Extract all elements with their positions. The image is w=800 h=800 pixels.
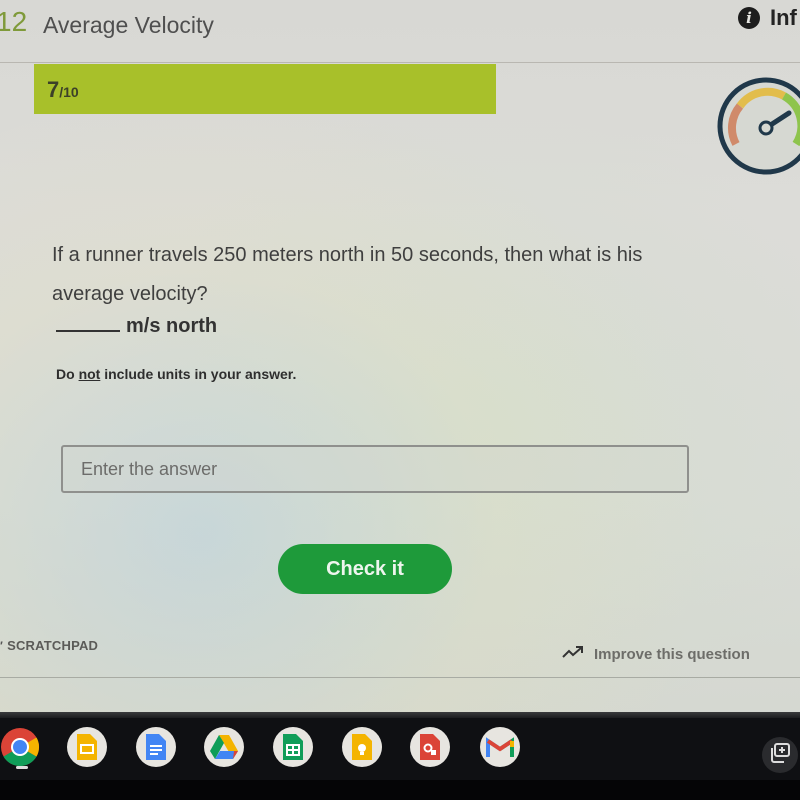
info-circle-icon: i [738, 7, 760, 29]
hint-emphasis: not [78, 366, 101, 382]
shelf-app-drawings[interactable] [410, 727, 450, 767]
shelf-app-sheets[interactable] [273, 727, 313, 767]
progress-total: /10 [59, 84, 79, 100]
shelf-app-drive[interactable] [204, 727, 244, 767]
improve-question-label: Improve this question [594, 645, 750, 663]
progress-bar-fill [34, 64, 496, 114]
slides-icon [77, 734, 97, 760]
drawings-icon [420, 734, 440, 760]
progress-label: 7/10 [47, 77, 79, 103]
answer-hint: Do not include units in your answer. [56, 366, 296, 382]
progress-current: 7 [47, 77, 60, 102]
check-it-button[interactable]: Check it [278, 544, 452, 594]
keep-icon [352, 734, 372, 760]
answer-blank [56, 330, 120, 332]
overview-button[interactable] [762, 737, 798, 773]
question-text: If a runner travels 250 meters north in … [52, 244, 643, 305]
shelf-app-docs[interactable] [136, 727, 176, 767]
info-label: Inf [770, 5, 797, 30]
info-button[interactable]: i Inf [738, 5, 797, 31]
speedometer-gauge-icon [716, 76, 800, 180]
hint-suffix: include units in your answer. [100, 366, 297, 382]
answer-template: m/s north [56, 315, 217, 338]
lesson-header: 12 Average Velocity i Inf [0, 0, 800, 63]
answer-input[interactable] [61, 445, 689, 493]
lesson-number: 12 [0, 6, 28, 37]
shelf-app-gmail[interactable] [480, 727, 520, 767]
sheets-icon [283, 734, 303, 760]
bezel [0, 780, 800, 800]
scratchpad-label: SCRATCHPAD [7, 638, 99, 653]
docs-icon [146, 734, 166, 760]
progress-bar: 7/10 [34, 64, 496, 114]
scratchpad-button[interactable]: ′ SCRATCHPAD [0, 638, 98, 653]
improve-question-link[interactable]: Improve this question [562, 645, 750, 663]
shelf-app-slides[interactable] [67, 727, 107, 767]
shelf-app-chrome[interactable] [0, 727, 40, 767]
answer-units: m/s north [126, 315, 218, 337]
hint-prefix: Do [56, 366, 79, 382]
trending-up-icon [562, 645, 584, 663]
pencil-icon: ′ [0, 638, 4, 653]
shelf-app-keep[interactable] [342, 727, 382, 767]
footer-divider [0, 677, 800, 678]
overview-icon [770, 742, 790, 768]
lesson-title: Average Velocity [43, 12, 214, 38]
chrome-icon [0, 727, 40, 767]
gmail-icon [486, 737, 514, 757]
running-indicator [16, 766, 28, 769]
drive-icon [210, 735, 238, 759]
